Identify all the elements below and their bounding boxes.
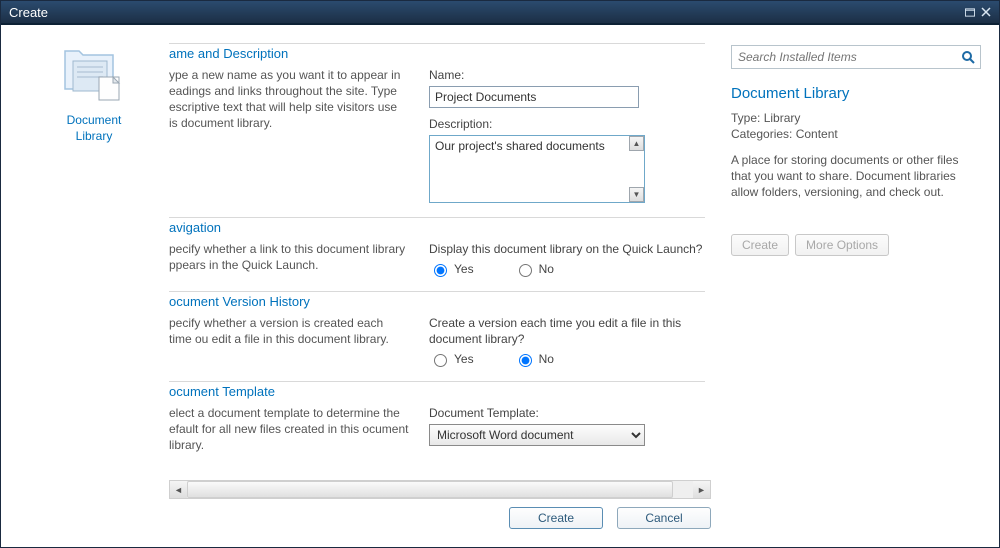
navigation-question: Display this document library on the Qui… xyxy=(429,241,705,257)
maximize-icon[interactable] xyxy=(965,7,975,17)
nav-yes-radio[interactable]: Yes xyxy=(429,261,474,277)
section-title-navigation: avigation xyxy=(169,220,705,235)
scrollbar-track[interactable] xyxy=(187,481,693,498)
library-type-panel: Document Library xyxy=(19,43,169,529)
info-title: Document Library xyxy=(731,85,981,102)
cancel-button[interactable]: Cancel xyxy=(617,507,711,529)
name-label: Name: xyxy=(429,67,705,83)
scroll-up-icon[interactable]: ▲ xyxy=(629,136,644,151)
titlebar: Create xyxy=(1,1,999,25)
description-label: Description: xyxy=(429,116,705,132)
section-title-template: ocument Template xyxy=(169,384,705,399)
version-question: Create a version each time you edit a fi… xyxy=(429,315,705,347)
search-box xyxy=(731,45,981,69)
template-select[interactable]: Microsoft Word document xyxy=(429,424,645,446)
form-area: ame and Description ype a new name as yo… xyxy=(169,43,711,453)
version-no-radio[interactable]: No xyxy=(514,351,554,367)
create-button[interactable]: Create xyxy=(509,507,603,529)
close-icon[interactable] xyxy=(981,7,991,17)
info-meta: Type: Library Categories: Content xyxy=(731,110,981,142)
section-desc-version: pecify whether a version is created each… xyxy=(169,315,429,367)
nav-no-radio[interactable]: No xyxy=(514,261,554,277)
section-desc-template: elect a document template to determine t… xyxy=(169,405,429,453)
scroll-down-icon[interactable]: ▼ xyxy=(629,187,644,202)
info-create-button[interactable]: Create xyxy=(731,234,789,256)
window-title: Create xyxy=(9,5,48,20)
description-input[interactable]: Our project's shared documents xyxy=(430,136,629,202)
scroll-left-icon[interactable]: ◄ xyxy=(170,481,187,498)
name-input[interactable] xyxy=(429,86,639,108)
section-title-name: ame and Description xyxy=(169,46,705,61)
info-more-options-button[interactable]: More Options xyxy=(795,234,889,256)
section-desc-name: ype a new name as you want it to appear … xyxy=(169,67,429,203)
library-type-label: Document Library xyxy=(19,112,169,144)
horizontal-scrollbar[interactable]: ◄ ► xyxy=(169,480,711,499)
version-yes-radio[interactable]: Yes xyxy=(429,351,474,367)
template-label: Document Template: xyxy=(429,405,705,421)
search-input[interactable] xyxy=(732,46,956,68)
search-icon[interactable] xyxy=(956,46,980,68)
section-title-version: ocument Version History xyxy=(169,294,705,309)
info-description: A place for storing documents or other f… xyxy=(731,152,981,200)
document-library-icon xyxy=(59,47,129,102)
scrollbar-thumb[interactable] xyxy=(187,481,673,498)
section-desc-navigation: pecify whether a link to this document l… xyxy=(169,241,429,277)
window-controls xyxy=(965,7,991,17)
scroll-right-icon[interactable]: ► xyxy=(693,481,710,498)
